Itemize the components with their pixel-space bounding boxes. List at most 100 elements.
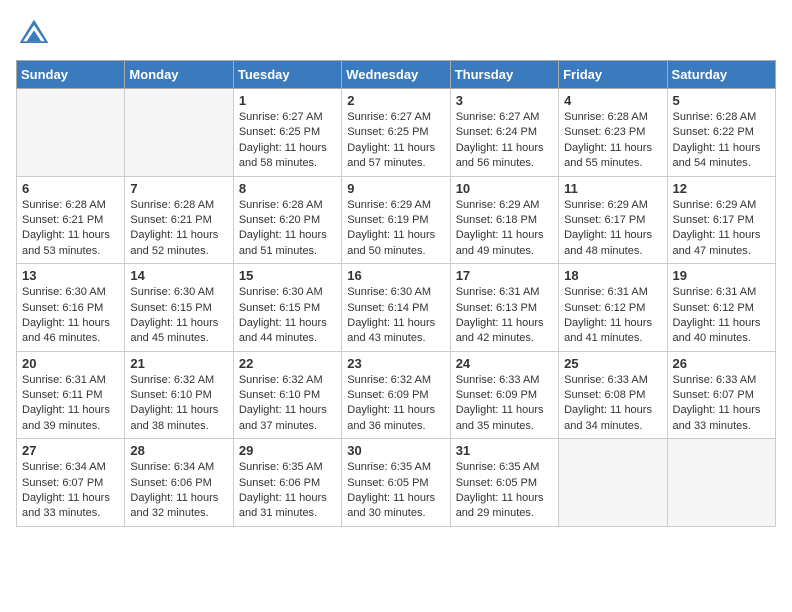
day-number: 16 (347, 268, 444, 283)
calendar-cell (125, 89, 233, 177)
calendar-cell: 5Sunrise: 6:28 AMSunset: 6:22 PMDaylight… (667, 89, 775, 177)
day-info: Sunrise: 6:32 AMSunset: 6:10 PMDaylight:… (239, 373, 336, 435)
weekday-row: SundayMondayTuesdayWednesdayThursdayFrid… (17, 61, 776, 89)
calendar-cell (559, 439, 667, 527)
calendar-cell (667, 439, 775, 527)
weekday-header-saturday: Saturday (667, 61, 775, 89)
day-number: 22 (239, 356, 336, 371)
day-info: Sunrise: 6:34 AMSunset: 6:06 PMDaylight:… (130, 460, 227, 522)
day-number: 20 (22, 356, 119, 371)
day-number: 13 (22, 268, 119, 283)
day-info: Sunrise: 6:30 AMSunset: 6:14 PMDaylight:… (347, 285, 444, 347)
calendar-cell: 8 Sunrise: 6:28 AMSunset: 6:20 PMDaylight… (233, 176, 341, 264)
day-info: Sunrise: 6:34 AMSunset: 6:07 PMDaylight:… (22, 460, 119, 522)
day-number: 23 (347, 356, 444, 371)
day-number: 25 (564, 356, 661, 371)
day-number: 29 (239, 443, 336, 458)
calendar-week-row: 6 Sunrise: 6:28 AMSunset: 6:21 PMDaylight… (17, 176, 776, 264)
calendar-cell: 23 Sunrise: 6:32 AMSunset: 6:09 PMDayligh… (342, 351, 450, 439)
day-number: 15 (239, 268, 336, 283)
day-info: Sunrise: 6:27 AMSunset: 6:24 PMDaylight:… (456, 110, 553, 172)
calendar-cell: 17 Sunrise: 6:31 AMSunset: 6:13 PMDayligh… (450, 264, 558, 352)
day-info: Sunrise: 6:33 AMSunset: 6:07 PMDaylight:… (673, 373, 770, 435)
day-number: 10 (456, 181, 553, 196)
day-number: 3 (456, 93, 553, 108)
calendar-cell: 6 Sunrise: 6:28 AMSunset: 6:21 PMDaylight… (17, 176, 125, 264)
calendar-cell: 3 Sunrise: 6:27 AMSunset: 6:24 PMDaylight… (450, 89, 558, 177)
day-number: 7 (130, 181, 227, 196)
calendar-cell: 25 Sunrise: 6:33 AMSunset: 6:08 PMDayligh… (559, 351, 667, 439)
day-number: 28 (130, 443, 227, 458)
weekday-header-sunday: Sunday (17, 61, 125, 89)
calendar-week-row: 1 Sunrise: 6:27 AMSunset: 6:25 PMDaylight… (17, 89, 776, 177)
day-info: Sunrise: 6:29 AMSunset: 6:17 PMDaylight:… (673, 198, 770, 260)
calendar-cell: 10Sunrise: 6:29 AMSunset: 6:18 PMDayligh… (450, 176, 558, 264)
day-number: 17 (456, 268, 553, 283)
calendar-cell: 20Sunrise: 6:31 AMSunset: 6:11 PMDayligh… (17, 351, 125, 439)
day-number: 11 (564, 181, 661, 196)
day-info: Sunrise: 6:28 AMSunset: 6:21 PMDaylight:… (22, 198, 119, 260)
calendar-header: SundayMondayTuesdayWednesdayThursdayFrid… (17, 61, 776, 89)
calendar-cell: 22 Sunrise: 6:32 AMSunset: 6:10 PMDayligh… (233, 351, 341, 439)
day-number: 1 (239, 93, 336, 108)
calendar-cell: 15 Sunrise: 6:30 AMSunset: 6:15 PMDayligh… (233, 264, 341, 352)
calendar-week-row: 27 Sunrise: 6:34 AMSunset: 6:07 PMDayligh… (17, 439, 776, 527)
day-number: 6 (22, 181, 119, 196)
calendar-cell: 11 Sunrise: 6:29 AMSunset: 6:17 PMDayligh… (559, 176, 667, 264)
calendar-cell: 28 Sunrise: 6:34 AMSunset: 6:06 PMDayligh… (125, 439, 233, 527)
day-info: Sunrise: 6:27 AMSunset: 6:25 PMDaylight:… (347, 110, 444, 172)
day-info: Sunrise: 6:31 AMSunset: 6:12 PMDaylight:… (564, 285, 661, 347)
day-info: Sunrise: 6:28 AMSunset: 6:23 PMDaylight:… (564, 110, 661, 172)
logo (16, 16, 56, 52)
calendar-cell: 18 Sunrise: 6:31 AMSunset: 6:12 PMDayligh… (559, 264, 667, 352)
calendar-cell: 2 Sunrise: 6:27 AMSunset: 6:25 PMDaylight… (342, 89, 450, 177)
day-info: Sunrise: 6:28 AMSunset: 6:20 PMDaylight:… (239, 198, 336, 260)
calendar-cell: 14 Sunrise: 6:30 AMSunset: 6:15 PMDayligh… (125, 264, 233, 352)
day-info: Sunrise: 6:28 AMSunset: 6:21 PMDaylight:… (130, 198, 227, 260)
day-info: Sunrise: 6:30 AMSunset: 6:15 PMDaylight:… (130, 285, 227, 347)
day-info: Sunrise: 6:31 AMSunset: 6:13 PMDaylight:… (456, 285, 553, 347)
day-info: Sunrise: 6:30 AMSunset: 6:16 PMDaylight:… (22, 285, 119, 347)
day-info: Sunrise: 6:30 AMSunset: 6:15 PMDaylight:… (239, 285, 336, 347)
calendar-cell: 16 Sunrise: 6:30 AMSunset: 6:14 PMDayligh… (342, 264, 450, 352)
logo-icon (16, 16, 52, 52)
day-number: 14 (130, 268, 227, 283)
day-number: 2 (347, 93, 444, 108)
day-info: Sunrise: 6:32 AMSunset: 6:10 PMDaylight:… (130, 373, 227, 435)
calendar-cell: 26 Sunrise: 6:33 AMSunset: 6:07 PMDayligh… (667, 351, 775, 439)
day-info: Sunrise: 6:35 AMSunset: 6:05 PMDaylight:… (347, 460, 444, 522)
calendar-cell (17, 89, 125, 177)
calendar-cell: 31Sunrise: 6:35 AMSunset: 6:05 PMDayligh… (450, 439, 558, 527)
day-info: Sunrise: 6:35 AMSunset: 6:05 PMDaylight:… (456, 460, 553, 522)
calendar-body: 1 Sunrise: 6:27 AMSunset: 6:25 PMDaylight… (17, 89, 776, 527)
day-info: Sunrise: 6:31 AMSunset: 6:12 PMDaylight:… (673, 285, 770, 347)
day-number: 9 (347, 181, 444, 196)
calendar-table: SundayMondayTuesdayWednesdayThursdayFrid… (16, 60, 776, 527)
weekday-header-friday: Friday (559, 61, 667, 89)
day-info: Sunrise: 6:35 AMSunset: 6:06 PMDaylight:… (239, 460, 336, 522)
page-header (16, 16, 776, 52)
day-info: Sunrise: 6:33 AMSunset: 6:08 PMDaylight:… (564, 373, 661, 435)
calendar-cell: 24 Sunrise: 6:33 AMSunset: 6:09 PMDayligh… (450, 351, 558, 439)
day-number: 26 (673, 356, 770, 371)
weekday-header-monday: Monday (125, 61, 233, 89)
calendar-cell: 9 Sunrise: 6:29 AMSunset: 6:19 PMDaylight… (342, 176, 450, 264)
day-info: Sunrise: 6:27 AMSunset: 6:25 PMDaylight:… (239, 110, 336, 172)
day-number: 30 (347, 443, 444, 458)
day-number: 19 (673, 268, 770, 283)
day-number: 8 (239, 181, 336, 196)
day-info: Sunrise: 6:29 AMSunset: 6:19 PMDaylight:… (347, 198, 444, 260)
day-number: 12 (673, 181, 770, 196)
day-info: Sunrise: 6:33 AMSunset: 6:09 PMDaylight:… (456, 373, 553, 435)
day-number: 27 (22, 443, 119, 458)
calendar-cell: 1 Sunrise: 6:27 AMSunset: 6:25 PMDaylight… (233, 89, 341, 177)
day-number: 18 (564, 268, 661, 283)
day-info: Sunrise: 6:29 AMSunset: 6:17 PMDaylight:… (564, 198, 661, 260)
calendar-cell: 7 Sunrise: 6:28 AMSunset: 6:21 PMDaylight… (125, 176, 233, 264)
calendar-cell: 21Sunrise: 6:32 AMSunset: 6:10 PMDayligh… (125, 351, 233, 439)
day-number: 24 (456, 356, 553, 371)
calendar-cell: 27 Sunrise: 6:34 AMSunset: 6:07 PMDayligh… (17, 439, 125, 527)
calendar-week-row: 20Sunrise: 6:31 AMSunset: 6:11 PMDayligh… (17, 351, 776, 439)
calendar-cell: 4Sunrise: 6:28 AMSunset: 6:23 PMDaylight… (559, 89, 667, 177)
day-info: Sunrise: 6:32 AMSunset: 6:09 PMDaylight:… (347, 373, 444, 435)
